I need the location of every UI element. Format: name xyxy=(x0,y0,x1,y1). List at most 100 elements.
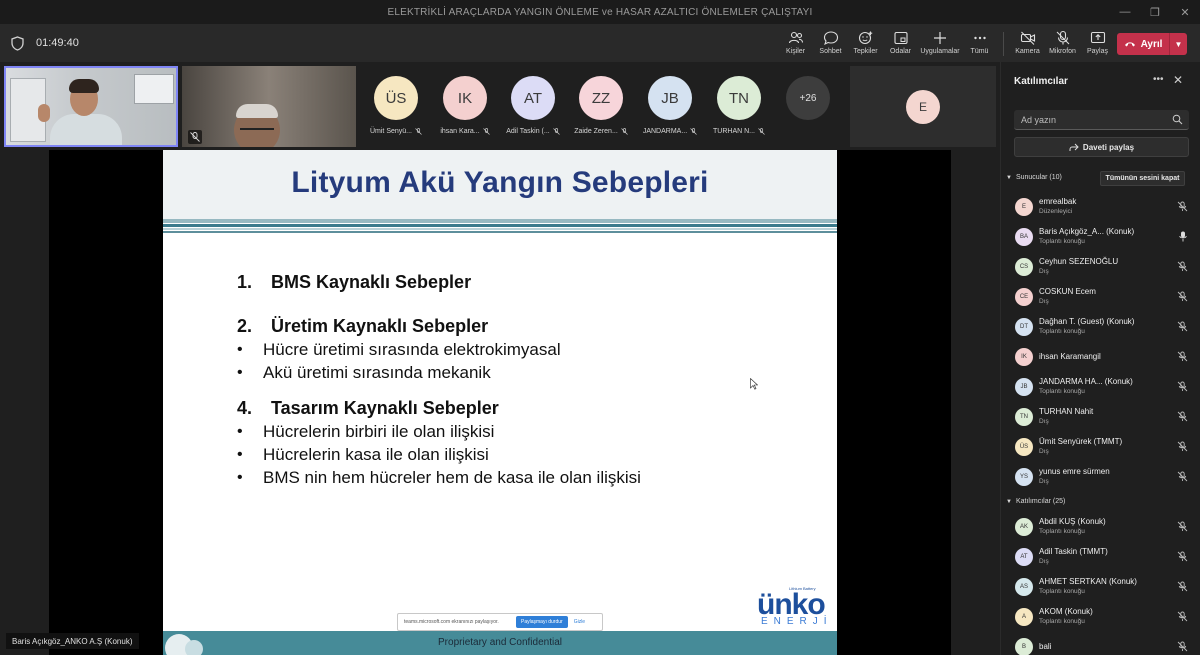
mic-on-icon xyxy=(1179,231,1187,242)
mic-off-icon xyxy=(1177,411,1188,422)
attendees-list: AK Abdil KUŞ (Konuk) Toplantı konuğu AT Adil… xyxy=(1001,512,1200,655)
participant-row[interactable]: AS AHMET SERTKAN (Konuk) Toplantı konuğu xyxy=(1001,572,1200,602)
panel-title: Katılımcılar xyxy=(1014,76,1068,87)
participant-name: Adil Taskin (... xyxy=(506,128,550,135)
chevron-down-icon: ▼ xyxy=(1006,498,1012,505)
participant-row[interactable]: DT Dağhan T. (Guest) (Konuk) Toplantı konu… xyxy=(1001,312,1200,342)
share-status-text: teams.microsoft.com ekranınızı paylaşıyo… xyxy=(404,619,499,625)
participant-row[interactable]: JB JANDARMA HA... (Konuk) Toplantı konuğu xyxy=(1001,372,1200,402)
chat-button[interactable]: Sohbet xyxy=(813,28,848,60)
participant-tile[interactable]: TN TURHAN N... xyxy=(705,66,773,147)
mic-off-icon xyxy=(482,128,490,135)
participant-tile[interactable]: IK ihsan Kara... xyxy=(431,66,499,147)
more-icon xyxy=(973,36,986,40)
people-icon xyxy=(788,31,803,44)
participant-video-tile[interactable] xyxy=(182,66,356,147)
participant-name: Zaide Zeren... xyxy=(574,128,618,135)
participant-tile[interactable]: AT Adil Taskin (... xyxy=(499,66,567,147)
share-invite-button[interactable]: Daveti paylaş xyxy=(1014,137,1189,157)
participant-name: TURHAN N... xyxy=(713,128,755,135)
presenters-section-toggle[interactable]: ▼ Sunucular (10) xyxy=(1006,174,1062,181)
participant-row[interactable]: Eemrealbak Düzenleyici xyxy=(1001,192,1200,222)
mouse-cursor-icon xyxy=(750,378,758,390)
avatar: TN xyxy=(717,76,761,120)
search-box[interactable] xyxy=(1014,110,1189,130)
participant-tile[interactable]: ÜS Ümit Senyü... xyxy=(362,66,430,147)
search-input[interactable] xyxy=(1021,114,1161,125)
avatar: IK xyxy=(443,76,487,120)
mic-off-icon xyxy=(1177,321,1188,332)
leave-button[interactable]: Ayrıl ▼ xyxy=(1117,33,1187,55)
participant-name: Abdil KUŞ (Konuk) xyxy=(1039,517,1106,526)
mute-all-button[interactable]: Tümünün sesini kapat xyxy=(1100,171,1185,186)
participant-row[interactable]: IK ihsan Karamangil xyxy=(1001,342,1200,372)
participant-row[interactable]: AK Abdil KUŞ (Konuk) Toplantı konuğu xyxy=(1001,512,1200,542)
presenter-video-tile[interactable] xyxy=(4,66,178,147)
participant-row[interactable]: Bbali xyxy=(1001,632,1200,655)
participant-name: Baris Açıkgöz_A... (Konuk) xyxy=(1039,227,1135,236)
meeting-timer: 01:49:40 xyxy=(36,37,79,49)
mic-off-icon xyxy=(552,128,560,135)
hide-share-bar-link[interactable]: Gizle xyxy=(574,619,585,625)
participant-row[interactable]: AT Adil Taskin (TMMT) Dış xyxy=(1001,542,1200,572)
mic-off-icon xyxy=(1177,201,1188,212)
meeting-toolbar: 01:49:40 Kişiler Sohbet Tepkiler Odalar … xyxy=(0,24,1200,62)
participant-name: ihsan Kara... xyxy=(440,128,480,135)
mic-button[interactable]: Mikrofon xyxy=(1045,28,1080,60)
participant-row[interactable]: CE COSKUN Ecem Dış xyxy=(1001,282,1200,312)
share-button[interactable]: Paylaş xyxy=(1080,28,1115,60)
avatar: AT xyxy=(511,76,555,120)
participant-role: Toplantı konuğu xyxy=(1039,388,1085,395)
title-bar: ELEKTRİKLİ ARAÇLARDA YANGIN ÖNLEME ve HA… xyxy=(0,0,1200,24)
more-options-icon[interactable]: ••• xyxy=(1153,74,1164,85)
more-button[interactable]: Tümü xyxy=(962,28,997,60)
video-gallery: ÜS Ümit Senyü... IK ihsan Kara... AT Adi… xyxy=(0,62,1000,150)
mic-off-icon xyxy=(1177,551,1188,562)
participant-role: Toplantı konuğu xyxy=(1039,588,1085,595)
chat-icon xyxy=(823,31,838,46)
close-window-icon[interactable]: ✕ xyxy=(1170,0,1200,24)
participant-role: Toplantı konuğu xyxy=(1039,618,1085,625)
rooms-icon xyxy=(893,31,908,45)
mic-off-icon xyxy=(1177,641,1188,652)
participant-tile[interactable]: JB JANDARMA... xyxy=(636,66,704,147)
chevron-down-icon[interactable]: ▼ xyxy=(1169,33,1187,55)
participant-name: JANDARMA HA... (Konuk) xyxy=(1039,377,1133,386)
reactions-button[interactable]: Tepkiler xyxy=(848,28,883,60)
mic-off-icon xyxy=(188,130,202,144)
participant-row[interactable]: TN TURHAN Nahit Dış xyxy=(1001,402,1200,432)
participant-name: Ümit Senyü... xyxy=(369,128,412,135)
screen-share-bar: teams.microsoft.com ekranınızı paylaşıyo… xyxy=(397,613,603,631)
leave-main[interactable]: Ayrıl xyxy=(1117,39,1169,50)
more-participants-tile[interactable]: +26 xyxy=(774,66,842,147)
leave-label: Ayrıl xyxy=(1140,38,1163,50)
close-icon[interactable]: ✕ xyxy=(1173,73,1183,87)
participant-role: Toplantı konuğu xyxy=(1039,238,1085,245)
participant-name: Adil Taskin (TMMT) xyxy=(1039,547,1108,556)
teams-meeting-window: ELEKTRİKLİ ARAÇLARDA YANGIN ÖNLEME ve HA… xyxy=(0,0,1200,655)
participant-row[interactable]: ÜS Ümit Senyürek (TMMT) Dış xyxy=(1001,432,1200,462)
avatar: E xyxy=(906,89,940,124)
people-button[interactable]: Kişiler xyxy=(778,28,813,60)
attendees-section-toggle[interactable]: ▼ Katılımcılar (25) xyxy=(1006,498,1065,505)
maximize-icon[interactable]: ❐ xyxy=(1140,0,1170,24)
participant-name: bali xyxy=(1039,642,1052,651)
participant-name: AHMET SERTKAN (Konuk) xyxy=(1039,577,1137,586)
slide-footer-text: Proprietary and Confidential xyxy=(438,637,562,648)
participant-role: Dış xyxy=(1039,418,1049,425)
participant-role: Toplantı konuğu xyxy=(1039,328,1085,335)
participant-row[interactable]: YS yunus emre sürmen Dış xyxy=(1001,462,1200,492)
participant-tile[interactable]: ZZ Zaide Zeren... xyxy=(567,66,635,147)
participant-tile-large[interactable]: E xyxy=(850,66,996,147)
participant-role: Dış xyxy=(1039,478,1049,485)
participant-row[interactable]: A AKOM (Konuk) Toplantı konuğu xyxy=(1001,602,1200,632)
camera-button[interactable]: Kamera xyxy=(1010,28,1045,60)
minimize-icon[interactable]: — xyxy=(1110,0,1140,24)
participant-row[interactable]: CS Ceyhun SEZENOĞLU Dış xyxy=(1001,252,1200,282)
apps-button[interactable]: Uygulamalar xyxy=(918,28,962,60)
participant-row[interactable]: BA Baris Açıkgöz_A... (Konuk) Toplantı kon… xyxy=(1001,222,1200,252)
stop-sharing-button[interactable]: Paylaşmayı durdur xyxy=(516,616,568,628)
presenters-list: Eemrealbak Düzenleyici BA Baris Açıkgöz_A..… xyxy=(1001,192,1200,492)
rooms-button[interactable]: Odalar xyxy=(883,28,918,60)
section-heading: 2. Üretim Kaynaklı Sebepler xyxy=(237,315,489,336)
